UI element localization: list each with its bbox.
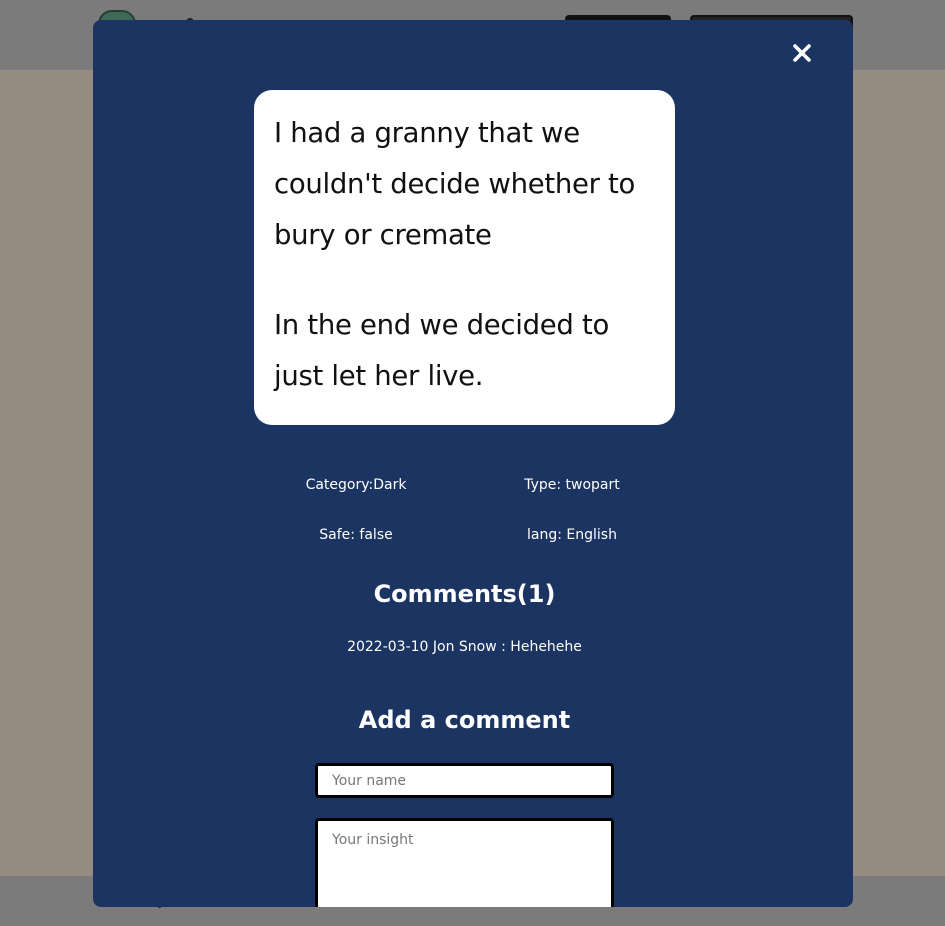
- add-comment-title: Add a comment: [358, 706, 571, 734]
- comments-title: Comments(1): [373, 580, 556, 608]
- joke-category: Category:Dark: [305, 477, 407, 493]
- close-icon: [793, 44, 811, 62]
- joke-modal: I had a granny that we couldn't decide w…: [93, 20, 853, 907]
- comment-item: 2022-03-10 Jon Snow : Hehehehe: [347, 639, 582, 655]
- joke-delivery: In the end we decided to just let her li…: [274, 309, 609, 392]
- joke-lang: lang: English: [527, 527, 617, 543]
- joke-safe: Safe: false: [319, 527, 393, 543]
- name-input[interactable]: [315, 763, 614, 798]
- joke-card: I had a granny that we couldn't decide w…: [254, 90, 675, 425]
- insight-textarea[interactable]: [315, 818, 614, 907]
- joke-setup: I had a granny that we couldn't decide w…: [274, 117, 636, 251]
- joke-type: Type: twopart: [524, 477, 620, 493]
- close-button[interactable]: [787, 38, 817, 68]
